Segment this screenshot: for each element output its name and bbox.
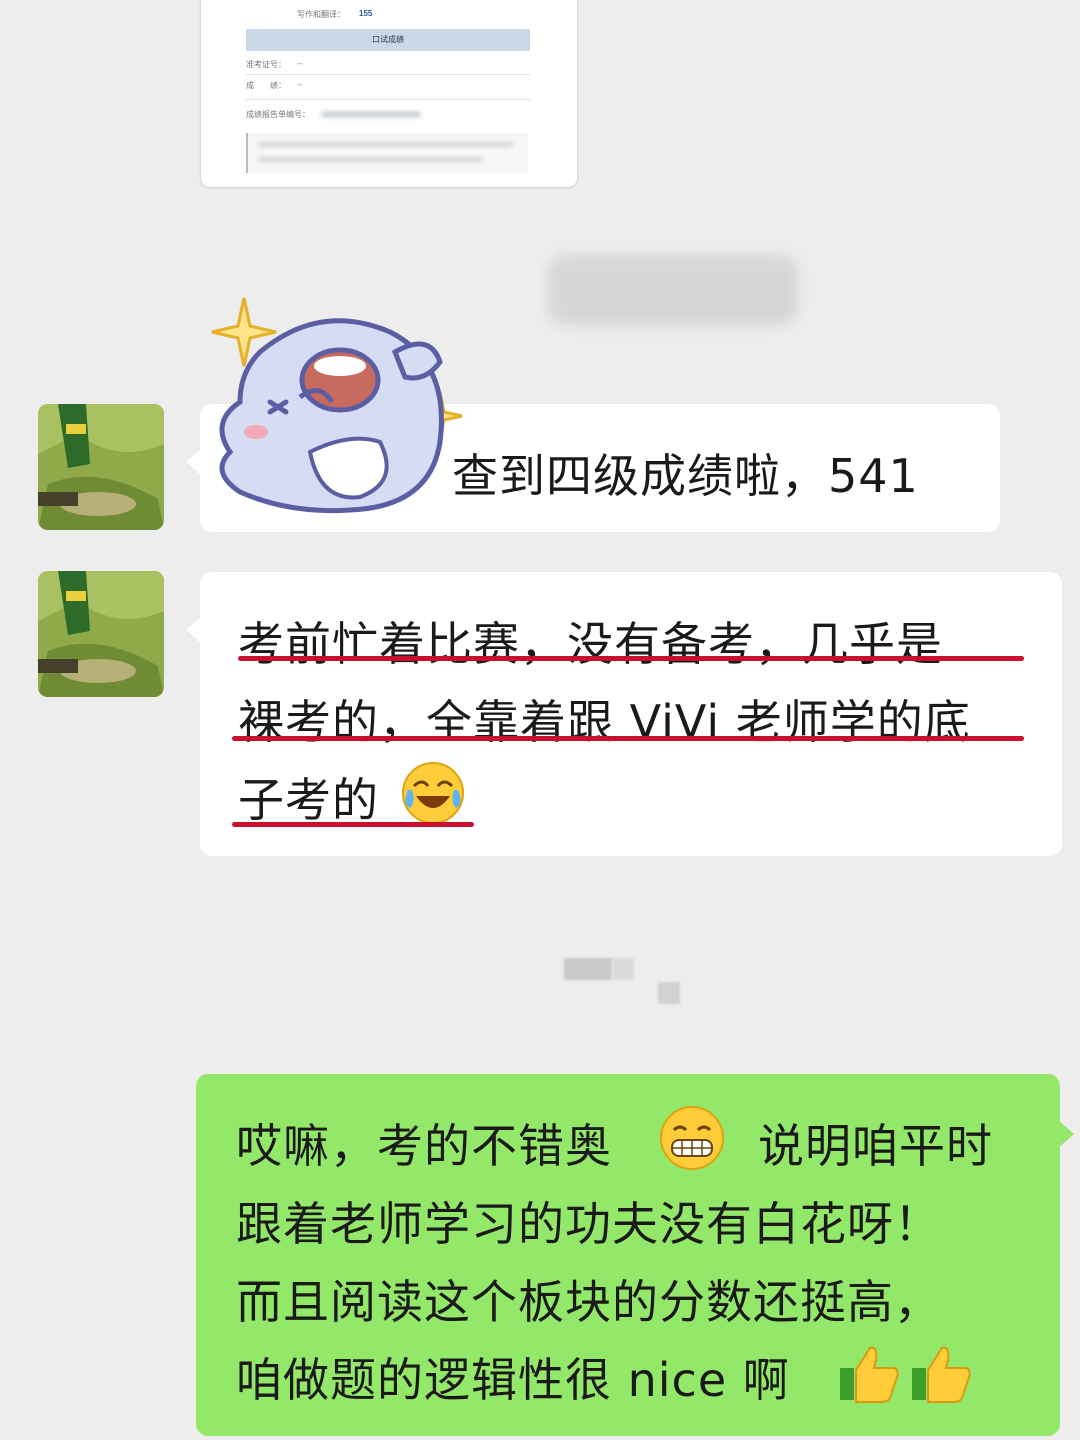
section-header: 口试成绩 (246, 29, 530, 51)
report-no-label: 成绩报告单编号： (246, 110, 310, 119)
face-with-tears-of-joy-emoji (402, 762, 464, 824)
grinning-face-emoji (660, 1106, 724, 1170)
my-message-bubble[interactable]: 哎嘛，考的不错奥 说明咱平时 跟着老师学习的功夫没有白花呀！ 而且阅读这个板块的… (196, 1074, 1074, 1436)
blurred-notice-line (258, 157, 483, 162)
highlight-underline (232, 822, 474, 827)
blurred-timestamp (658, 982, 680, 1004)
message-text: 查到四级成绩啦，541 (452, 449, 919, 503)
message-text-line: 子考的 (238, 773, 379, 827)
exam-id-label: 准考证号： (246, 60, 286, 69)
blurred-timestamp (564, 958, 612, 980)
message-text-line: 考前忙着比赛，没有备考，几乎是 (238, 617, 943, 671)
exam-id-value: -- (297, 59, 303, 68)
avatar[interactable] (38, 404, 164, 530)
message-text-line: 跟着老师学习的功夫没有白花呀！ (236, 1197, 941, 1251)
thumbs-up-emoji (912, 1346, 971, 1403)
shared-image-card[interactable]: 写作和翻译： 155 口试成绩 准考证号： -- 成 绩： -- 成绩报告单编号… (200, 0, 578, 188)
message-bubble[interactable]: 考前忙着比赛，没有备考，几乎是 裸考的，全靠着跟 ViVi 老师学的底 子考的 (186, 572, 1062, 856)
highlight-underline (232, 736, 1024, 741)
avatar[interactable] (38, 571, 164, 697)
divider (246, 74, 530, 75)
blurred-timestamp (548, 255, 798, 325)
count-value: 155 (359, 9, 373, 18)
notice-box (246, 133, 528, 173)
score-value: -- (297, 80, 303, 89)
message-text-line: 而且阅读这个板块的分数还挺高， (236, 1275, 941, 1329)
message-text-line: 咱做题的逻辑性很 nice 啊 (236, 1353, 790, 1407)
redacted-report-number (321, 111, 421, 118)
divider (246, 99, 530, 100)
crying-laughing-seal-sticker[interactable] (200, 292, 470, 532)
highlight-underline (238, 656, 1024, 661)
thumbs-up-emoji (840, 1346, 899, 1403)
blurred-timestamp (612, 958, 634, 980)
message-text-line: 说明咱平时 (758, 1119, 993, 1173)
score-label: 成 绩： (246, 81, 286, 90)
blurred-notice-line (258, 142, 513, 147)
message-text-line: 裸考的，全靠着跟 ViVi 老师学的底 (238, 695, 971, 749)
message-text-line: 哎嘛，考的不错奥 (236, 1119, 612, 1173)
count-label: 写作和翻译： (297, 10, 345, 19)
